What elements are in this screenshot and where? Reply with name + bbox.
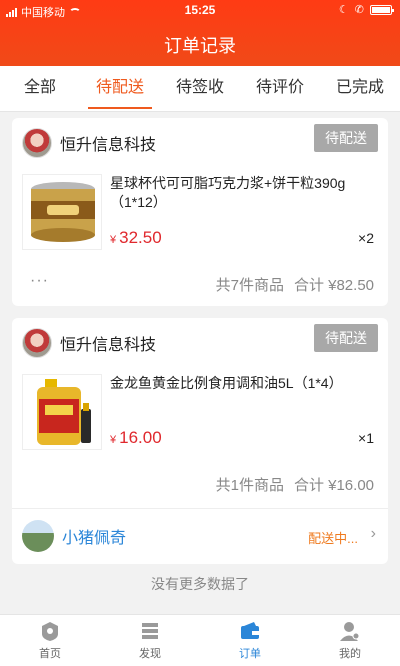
courier-name[interactable]: 小猪佩奇 — [62, 524, 126, 548]
currency-symbol: ¥ — [110, 434, 117, 446]
home-icon — [42, 622, 58, 641]
nav-label: 订单 — [239, 648, 261, 660]
currency-symbol: ¥ — [110, 234, 117, 246]
status-bar: 中国移动 15:25 ☾ ✆ — [0, 0, 400, 20]
moon-icon: ☾ — [338, 4, 349, 16]
chevron-right-icon[interactable]: › — [371, 525, 376, 543]
courier-info[interactable]: 小猪佩奇 — [22, 518, 126, 554]
order-card[interactable]: 恒升信息科技 待配送 星球杯代可可脂巧克力浆+饼干粒390g（1*12） ¥32… — [12, 118, 388, 306]
shop-avatar — [22, 328, 52, 358]
battery-icon — [370, 4, 394, 15]
call-icon: ✆ — [354, 4, 364, 16]
item-count: 共7件商品 — [215, 277, 284, 294]
bottom-nav: 首页 发现 订单 我的 — [0, 614, 400, 666]
discover-icon — [142, 623, 158, 639]
shop-name: 恒升信息科技 — [60, 337, 157, 354]
order-icon — [241, 622, 259, 639]
price-value: 16.00 — [119, 428, 162, 447]
tab-to-review[interactable]: 待评价 — [240, 66, 320, 111]
order-summary: 共7件商品 合计 ¥82.50 — [216, 274, 374, 295]
tab-all[interactable]: 全部 — [0, 66, 80, 111]
nav-orders[interactable]: 订单 — [200, 615, 300, 666]
order-tabs: 全部 待配送 待签收 待评价 已完成 — [0, 66, 400, 112]
app-header: 中国移动 15:25 ☾ ✆ 订单记录 — [0, 0, 400, 66]
price-value: 32.50 — [119, 228, 162, 247]
nav-label: 首页 — [39, 648, 61, 660]
no-more-data: 没有更多数据了 — [151, 576, 249, 592]
status-badge: 待配送 — [314, 324, 378, 352]
tab-to-deliver[interactable]: 待配送 — [80, 66, 160, 111]
profile-icon — [340, 622, 360, 641]
item-count: 共1件商品 — [215, 477, 284, 494]
shop-header: 恒升信息科技 — [22, 326, 156, 360]
product-price: ¥32.50 — [110, 228, 162, 248]
tab-to-receive[interactable]: 待签收 — [160, 66, 240, 111]
nav-home[interactable]: 首页 — [0, 615, 100, 666]
product-name: 星球杯代可可脂巧克力浆+饼干粒390g（1*12） — [110, 175, 346, 210]
divider — [12, 508, 388, 509]
tab-completed[interactable]: 已完成 — [320, 66, 400, 111]
order-total: 合计 ¥16.00 — [293, 477, 374, 494]
nav-profile[interactable]: 我的 — [300, 615, 400, 666]
product-image — [22, 374, 102, 450]
order-summary: 共1件商品 合计 ¥16.00 — [216, 474, 374, 495]
product-quantity: ×2 — [358, 230, 374, 246]
status-badge: 待配送 — [314, 124, 378, 152]
order-total: 合计 ¥82.50 — [293, 277, 374, 294]
more-icon[interactable]: ··· — [30, 272, 49, 290]
page-title: 订单记录 — [164, 36, 236, 56]
product-price: ¥16.00 — [110, 428, 162, 448]
product-quantity: ×1 — [358, 430, 374, 446]
product-image — [22, 174, 102, 250]
product-name: 金龙鱼黄金比例食用调和油5L（1*4） — [110, 375, 343, 391]
shop-header: 恒升信息科技 — [22, 126, 156, 160]
shop-name: 恒升信息科技 — [60, 137, 157, 154]
courier-avatar — [22, 520, 54, 552]
order-card[interactable]: 恒升信息科技 待配送 金龙鱼黄金比例食用调和油5L（1*4） ¥16.00 ×1… — [12, 318, 388, 564]
delivery-status: 配送中... — [308, 531, 358, 546]
nav-discover[interactable]: 发现 — [100, 615, 200, 666]
nav-label: 我的 — [339, 648, 361, 660]
nav-label: 发现 — [139, 648, 161, 660]
shop-avatar — [22, 128, 52, 158]
